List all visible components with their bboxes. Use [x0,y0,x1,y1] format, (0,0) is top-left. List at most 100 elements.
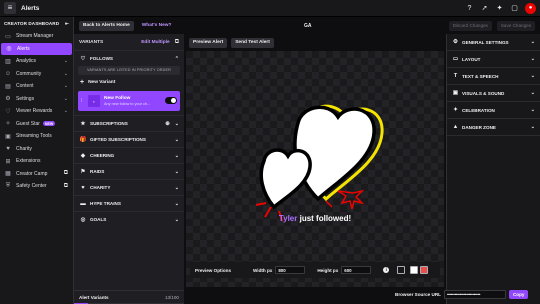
sidebar-item-label: Analytics [16,58,37,65]
settings-section-icon: ▲ [452,124,459,130]
sidebar-item-stream-manager[interactable]: ▭ Stream Manager [0,30,73,43]
preview-alert-button[interactable]: Preview Alert [189,37,228,48]
sidebar-item-content[interactable]: ▤ Content ⌄ [0,80,73,93]
edit-multiple-link[interactable]: Edit Multiple [141,40,170,45]
swatch-red[interactable] [420,266,429,274]
settings-text-speech[interactable]: T TEXT & SPEECH ⌄ [447,68,540,85]
chevron-down-icon: ⌄ [63,83,68,90]
category-label: CHARITY [90,185,111,190]
chevron-down-icon: ⌄ [174,152,179,159]
browser-source-input[interactable]: •••••••••••••••••••••••••• [443,290,506,299]
chevron-down-icon: ⌄ [530,90,535,96]
external-link-icon: ⧉ [63,182,68,189]
chevron-down-icon: ⌄ [530,73,535,79]
variant-toggle[interactable] [165,97,177,104]
copy-icon[interactable]: ⧉ [175,39,179,46]
width-field: Width px 800 [253,266,306,274]
preview-area: Preview Alert Send Test Alert Tyler just… [184,34,446,304]
sidebar-item-streaming-tools[interactable]: ▣ Streaming Tools [0,130,73,143]
sidebar-item-alerts[interactable]: ◎ Alerts [1,42,72,55]
browser-source-row: Browser Source URL •••••••••••••••••••••… [395,290,529,299]
chevron-down-icon: ⌄ [174,120,179,127]
magic-icon[interactable]: ✦ [495,4,504,13]
sidebar-item-charity[interactable]: ♥ Charity [0,143,73,156]
settings-icon: ⚙ [5,96,11,103]
settings-general-settings[interactable]: ⚙ GENERAL SETTINGS ⌄ [447,34,540,51]
sidebar-item-guest-star[interactable]: ✧ Guest Star NEW [0,118,73,131]
sidebar-item-label: Community [16,70,42,77]
new-variant-button[interactable]: + New Variant [74,75,184,90]
variant-description: Any new follow to your ch... [104,102,151,106]
settings-visuals-sound[interactable]: ▣ VISUALS & SOUND ⌄ [447,85,540,102]
category-subscriptions[interactable]: ★ SUBSCRIPTIONS ⊕ ⌄ [74,115,184,131]
settings-section-icon: ▭ [452,56,459,62]
variant-name: New Follow [104,96,131,101]
top-bar: ≡ Alerts ? ➚ ✦ ▢ ● [0,0,540,17]
settings-celebration[interactable]: ✦ CELEBRATION ⌄ [447,102,540,119]
external-link-icon: ⧉ [63,170,68,177]
chevron-down-icon: ⌄ [530,124,535,130]
category-raids[interactable]: ⚑ RAIDS ⌄ [74,163,184,179]
collapse-sidebar-icon[interactable]: ⇤ [65,21,69,27]
settings-section-label: CELEBRATION [462,107,495,113]
whats-new-link[interactable]: What's New? [142,23,172,28]
rocket-icon[interactable]: ➚ [480,4,489,13]
sidebar-item-label: Charity [16,145,32,152]
sidebar-item-settings[interactable]: ⚙ Settings ⌄ [0,93,73,106]
settings-section-icon: ✦ [453,107,458,113]
priority-note: VARIANTS ARE LISTED IN PRIORITY ORDER [78,66,180,75]
hearts-illustration [255,104,384,222]
sidebar-item-community[interactable]: ☺ Community ⌄ [0,68,73,81]
height-label: Height px [317,267,339,273]
chevron-up-icon: ⌃ [174,55,179,62]
chevron-down-icon: ⌄ [63,95,68,102]
width-input[interactable]: 800 [275,266,306,274]
chat-icon[interactable]: ▢ [510,4,519,13]
info-icon[interactable]: i [383,267,390,273]
sidebar-item-viewer-rewards[interactable]: ♡ Viewer Rewards ⌄ [0,105,73,118]
save-changes-button[interactable]: Save Changes [496,20,535,31]
sidebar-header: CREATOR DASHBOARD ⇤ [0,17,73,30]
settings-layout[interactable]: ▭ LAYOUT ⌄ [447,51,540,68]
settings-danger-zone[interactable]: ▲ DANGER ZONE ⌄ [447,119,540,136]
height-input[interactable]: 600 [341,266,372,274]
sidebar-item-creator-camp[interactable]: ▦ Creator Camp ⧉ [0,168,73,181]
copy-button[interactable]: Copy [508,290,529,299]
sidebar-item-safety-center[interactable]: ⛨ Safety Center ⧉ [0,180,73,193]
guest-star-icon: ✧ [5,121,11,128]
category-label: HYPE TRAINS [90,201,121,206]
category-charity[interactable]: ♥ CHARITY ⌄ [74,179,184,195]
category-gifted-subscriptions[interactable]: 🎁 GIFTED SUBSCRIPTIONS ⌄ [74,131,184,147]
sidebar-item-extensions[interactable]: ⊞ Extensions [0,155,73,168]
category-hype-trains[interactable]: ▬ HYPE TRAINS ⌄ [74,195,184,211]
discard-changes-button[interactable]: Discard Changes [448,20,492,31]
help-icon[interactable]: ? [465,4,474,13]
sidebar-item-label: Stream Manager [16,33,54,40]
send-test-alert-button[interactable]: Send Test Alert [231,37,274,48]
category-follows[interactable]: ♡ FOLLOWS ⌃ [74,50,184,66]
category-goals[interactable]: ◎ GOALS ⌄ [74,211,184,227]
chevron-down-icon: ⌄ [63,58,68,65]
sidebar-item-analytics[interactable]: ▥ Analytics ⌄ [0,55,73,68]
swatch-white[interactable] [410,266,419,274]
safety-icon: ⛨ [5,182,11,189]
plus-icon: + [80,79,85,86]
chevron-down-icon: ⌄ [530,107,535,113]
alerts-icon: ◎ [6,46,12,53]
back-to-alerts-home-button[interactable]: Back to Alerts Home [79,20,134,31]
drag-handle-icon[interactable]: ⁞ [81,98,86,104]
add-variant-icon[interactable]: ⊕ [165,121,170,127]
variant-card[interactable]: ⁞ ▪ New Follow Any new follow to your ch… [78,91,180,111]
variant-thumbnail: ▪ [88,95,100,107]
menu-icon[interactable]: ≡ [4,2,16,14]
sidebar-item-label: Settings [16,95,35,102]
sidebar-title: CREATOR DASHBOARD [4,21,60,26]
chevron-down-icon: ⌄ [63,70,68,77]
category-icon: ★ [80,120,86,127]
charity-icon: ♥ [6,145,10,152]
avatar[interactable]: ● [525,3,536,14]
settings-section-label: DANGER ZONE [462,124,496,130]
category-cheering[interactable]: ◆ CHEERING ⌄ [74,147,184,163]
swatch-dark[interactable] [397,266,406,274]
settings-section-label: VISUALS & SOUND [462,90,505,96]
